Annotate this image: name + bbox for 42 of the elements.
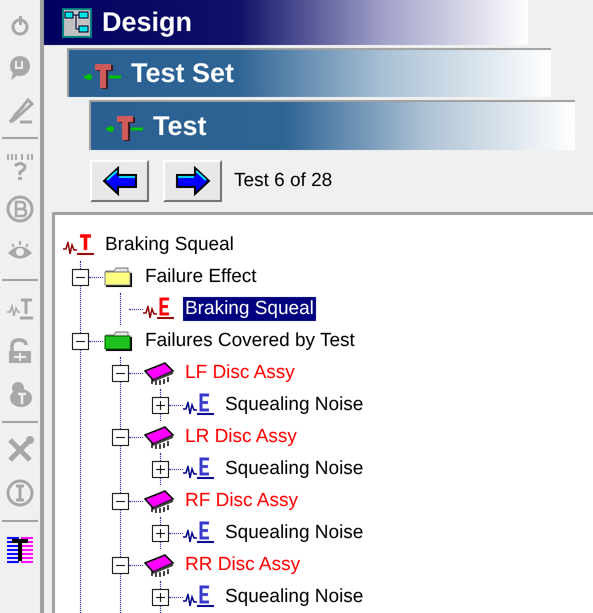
collapse-toggle[interactable] [72,332,89,350]
back-button[interactable] [90,160,149,202]
collapse-toggle[interactable] [72,268,89,286]
tree-item[interactable]: Squealing Noise [223,457,366,481]
tree-item[interactable]: RR Disc Assy [183,553,302,577]
text-lines-icon[interactable] [6,535,34,563]
test-counter: Test 6 of 28 [234,170,332,192]
failure-wave-icon [183,457,215,481]
forward-button[interactable] [163,160,222,202]
folder-icon [103,329,135,353]
collapse-toggle[interactable] [112,428,129,446]
chip-icon [143,489,175,513]
tree-item[interactable]: Squealing Noise [223,521,366,545]
tree-item[interactable]: Squealing Noise [223,393,366,417]
tree-item[interactable]: LR Disc Assy [183,425,299,449]
chip-icon [143,553,175,577]
expand-toggle[interactable] [152,588,169,606]
expand-toggle[interactable] [152,396,169,414]
expand-toggle[interactable] [152,524,169,542]
tree-item[interactable]: Failures Covered by Test [143,329,357,353]
chip-icon [143,361,175,385]
tree-item[interactable]: RF Disc Assy [183,489,300,513]
header-title: Test [153,110,207,142]
tree-item[interactable]: Squealing Noise [223,585,366,609]
chip-icon [143,425,175,449]
expand-toggle[interactable] [152,460,169,478]
tree-item[interactable]: Braking Squeal [183,297,316,321]
failure-wave-icon [183,521,215,545]
folder-icon [103,265,135,289]
diagram-icon [62,8,92,38]
tree-item[interactable]: Braking Squeal [103,233,236,257]
tree-item[interactable]: LF Disc Assy [183,361,297,385]
collapse-toggle[interactable] [112,492,129,510]
tree-item[interactable]: Failure Effect [143,265,259,289]
test-wave-icon [63,233,95,257]
effect-wave-icon [143,297,175,321]
header-title: Test Set [131,58,234,89]
collapse-toggle[interactable] [112,556,129,574]
failure-wave-icon [183,585,215,609]
header-title: Design [102,7,192,38]
failure-wave-icon [183,393,215,417]
collapse-toggle[interactable] [112,364,129,382]
